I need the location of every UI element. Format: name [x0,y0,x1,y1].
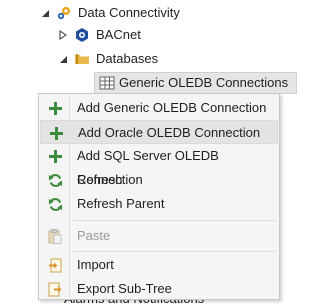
refresh-icon [47,196,63,212]
menu-item-label: Refresh [77,172,123,187]
menu-item-import[interactable]: Import [40,253,278,277]
oledb-grid-icon [99,75,115,91]
import-icon [47,257,63,273]
menu-separator [73,251,276,252]
bacnet-icon [74,27,90,43]
plus-icon [48,125,64,141]
menu-item-label: Export Sub-Tree [77,281,172,296]
tree-label: Data Connectivity [78,5,180,20]
menu-item-label: Refresh Parent [77,196,165,211]
expanded-arrow-icon[interactable] [40,8,50,18]
menu-item-add-sql-server-oledb-connection[interactable]: Add SQL Server OLEDB Connection [40,144,278,187]
expanded-arrow-icon[interactable] [58,54,68,64]
collapsed-arrow-icon[interactable] [58,30,68,40]
refresh-icon [47,172,63,188]
tree-node-bacnet[interactable]: BACnet [58,24,141,46]
menu-item-refresh[interactable]: Refresh [40,168,278,192]
menu-item-paste[interactable]: Paste [40,224,278,248]
tree-label: Databases [96,51,159,66]
export-icon [47,281,63,297]
menu-item-add-generic-oledb-connection[interactable]: Add Generic OLEDB Connection [40,96,278,120]
menu-item-label: Import [77,257,114,272]
plus-icon [47,148,63,164]
tree-node-data-connectivity[interactable]: Data Connectivity [40,2,180,24]
menu-item-add-oracle-oledb-connection[interactable]: Add Oracle OLEDB Connection [40,120,278,144]
tree-label: BACnet [96,27,141,42]
menu-item-export-sub-tree[interactable]: Export Sub-Tree [40,277,278,301]
menu-item-label: Add Generic OLEDB Connection [77,100,267,115]
menu-item-refresh-parent[interactable]: Refresh Parent [40,192,278,216]
tree-node-databases[interactable]: Databases [58,48,158,70]
menu-separator [73,220,276,221]
paste-icon [47,228,63,244]
plus-icon [47,100,63,116]
menu-item-label: Add Oracle OLEDB Connection [78,125,261,140]
gear-cluster-icon [56,5,72,21]
tree-node-generic-oledb-connections[interactable]: Generic OLEDB Connections [94,72,298,94]
menu-item-label: Paste [77,228,111,243]
folder-icon [74,51,90,67]
tree-label: Generic OLEDB Connections [119,75,289,90]
context-menu: Add Generic OLEDB Connection Add Oracle … [38,93,280,300]
